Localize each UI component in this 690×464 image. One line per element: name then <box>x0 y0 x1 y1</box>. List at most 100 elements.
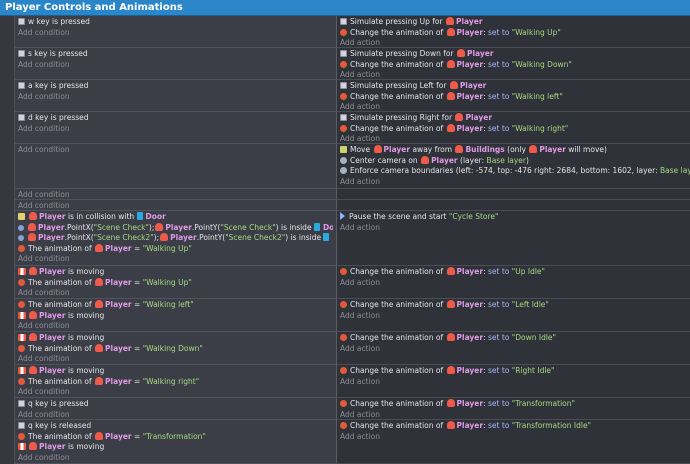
actions-column[interactable] <box>337 200 690 211</box>
action[interactable]: Change the animation of Player: set to "… <box>340 366 687 377</box>
condition[interactable]: Player.PointX("Scene Check2"); Player.Poi… <box>18 233 333 244</box>
conditions-column[interactable]: Add condition <box>15 144 337 189</box>
condition[interactable]: The animation of Player = "Transformatio… <box>18 431 333 443</box>
actions-column[interactable]: Change the animation of Player: set to "… <box>337 420 690 464</box>
event-gutter[interactable] <box>0 200 15 211</box>
add-action-link[interactable]: Add action <box>340 223 687 234</box>
add-condition-link[interactable]: Add condition <box>18 288 333 299</box>
actions-column[interactable]: Pause the scene and start "Cycle Store" A… <box>337 211 690 266</box>
event-gutter[interactable] <box>0 365 15 398</box>
event-row[interactable]: q key is pressed Add condition Change the … <box>0 398 690 420</box>
conditions-column[interactable]: d key is pressed Add condition <box>15 112 337 144</box>
event-gutter[interactable] <box>0 48 15 80</box>
conditions-column[interactable]: w key is pressed Add condition <box>15 16 337 48</box>
conditions-column[interactable]: Player is in collision with Door Player.P… <box>15 211 337 266</box>
add-condition-link[interactable]: Add condition <box>18 124 333 135</box>
event-row[interactable]: w key is pressed Add condition Simulate pr… <box>0 16 690 48</box>
add-action-link[interactable]: Add action <box>340 278 687 289</box>
conditions-column[interactable]: s key is pressed Add condition <box>15 48 337 80</box>
add-action-link[interactable]: Add action <box>340 177 690 188</box>
event-gutter[interactable] <box>0 16 15 48</box>
add-action-link[interactable]: Add action <box>340 377 687 388</box>
add-condition-link[interactable]: Add condition <box>18 28 333 39</box>
event-gutter[interactable] <box>0 299 15 332</box>
add-condition-link[interactable]: Add condition <box>18 453 333 464</box>
condition[interactable]: Player is moving <box>18 366 333 377</box>
condition[interactable]: a key is pressed <box>18 81 333 92</box>
event-gutter[interactable] <box>0 189 15 200</box>
condition[interactable]: d key is pressed <box>18 113 333 124</box>
condition[interactable]: The animation of Player = "Walking Up" <box>18 243 333 255</box>
condition[interactable]: The animation of Player = "Walking right… <box>18 376 333 388</box>
action[interactable]: Simulate pressing Down for Player <box>340 49 687 60</box>
condition[interactable]: Player.PointX("Scene Check"); Player.Poin… <box>18 222 333 234</box>
action[interactable]: Change the animation of Player: set to "… <box>340 399 687 410</box>
event-gutter[interactable] <box>0 420 15 464</box>
event-row[interactable]: Add condition Move Player away from Build… <box>0 144 690 189</box>
action[interactable]: Change the animation of Player: set to "… <box>340 300 687 311</box>
conditions-column[interactable]: Player is moving The animation of Player … <box>15 365 337 398</box>
action[interactable]: Change the animation of Player: set to "… <box>340 59 687 71</box>
group-header[interactable]: Player Controls and Animations <box>0 0 690 16</box>
add-condition-link[interactable]: Add condition <box>18 201 333 212</box>
action[interactable]: Move Player away from Buildings (only Pl… <box>340 145 690 156</box>
action[interactable]: Pause the scene and start "Cycle Store" <box>340 212 687 223</box>
add-action-link[interactable]: Add action <box>340 311 687 322</box>
action[interactable]: Simulate pressing Up for Player <box>340 17 687 28</box>
event-row[interactable]: Player is moving The animation of Player … <box>0 266 690 299</box>
add-condition-link[interactable]: Add condition <box>18 410 333 421</box>
add-condition-link[interactable]: Add condition <box>18 145 333 156</box>
event-row[interactable]: Player is in collision with Door Player.P… <box>0 211 690 266</box>
add-condition-link[interactable]: Add condition <box>18 254 333 265</box>
event-row[interactable]: a key is pressed Add condition Simulate pr… <box>0 80 690 112</box>
add-condition-link[interactable]: Add condition <box>18 60 333 71</box>
event-gutter[interactable] <box>0 112 15 144</box>
event-row[interactable]: s key is pressed Add condition Simulate pr… <box>0 48 690 80</box>
action[interactable]: Change the animation of Player: set to "… <box>340 91 687 103</box>
event-gutter[interactable] <box>0 144 15 189</box>
actions-column[interactable]: Change the animation of Player: set to "… <box>337 398 690 420</box>
add-condition-link[interactable]: Add condition <box>18 387 333 398</box>
actions-column[interactable]: Move Player away from Buildings (only Pl… <box>337 144 690 189</box>
add-action-link[interactable]: Add action <box>340 432 687 443</box>
add-action-link[interactable]: Add action <box>340 410 687 421</box>
event-row[interactable]: Add condition <box>0 189 690 200</box>
event-gutter[interactable] <box>0 398 15 420</box>
event-row[interactable]: q key is released The animation of Player… <box>0 420 690 464</box>
action[interactable]: Change the animation of Player: set to "… <box>340 267 687 278</box>
add-condition-link[interactable]: Add condition <box>18 354 333 365</box>
event-row[interactable]: Add condition <box>0 200 690 211</box>
action[interactable]: Simulate pressing Left for Player <box>340 81 687 92</box>
conditions-column[interactable]: Player is moving The animation of Player … <box>15 332 337 365</box>
conditions-column[interactable]: Add condition <box>15 189 337 200</box>
condition[interactable]: Player is moving <box>18 442 333 453</box>
actions-column[interactable]: Simulate pressing Left for Player Change … <box>337 80 690 112</box>
action[interactable]: Change the animation of Player: set to "… <box>340 333 687 344</box>
event-gutter[interactable] <box>0 266 15 299</box>
actions-column[interactable]: Change the animation of Player: set to "… <box>337 299 690 332</box>
actions-column[interactable]: Change the animation of Player: set to "… <box>337 266 690 299</box>
action[interactable]: Change the animation of Player: set to "… <box>340 27 687 39</box>
actions-column[interactable] <box>337 189 690 200</box>
action[interactable]: Change the animation of Player: set to "… <box>340 421 687 432</box>
condition[interactable]: Player is in collision with Door <box>18 212 333 223</box>
actions-column[interactable]: Simulate pressing Down for Player Change … <box>337 48 690 80</box>
action[interactable]: Center camera on Player (layer: Base lay… <box>340 155 690 167</box>
event-row[interactable]: d key is pressed Add condition Simulate pr… <box>0 112 690 144</box>
actions-column[interactable]: Change the animation of Player: set to "… <box>337 332 690 365</box>
condition[interactable]: The animation of Player = "Walking left" <box>18 300 333 311</box>
add-action-link[interactable]: Add action <box>340 344 687 355</box>
event-row[interactable]: Player is moving The animation of Player … <box>0 332 690 365</box>
condition[interactable]: The animation of Player = "Walking Down" <box>18 343 333 355</box>
conditions-column[interactable]: Player is moving The animation of Player … <box>15 266 337 299</box>
conditions-column[interactable]: Add condition <box>15 200 337 211</box>
conditions-column[interactable]: q key is pressed Add condition <box>15 398 337 420</box>
condition[interactable]: Player is moving <box>18 310 333 322</box>
condition[interactable]: q key is released <box>18 421 333 432</box>
condition[interactable]: The animation of Player = "Walking Up" <box>18 277 333 289</box>
conditions-column[interactable]: The animation of Player = "Walking left"… <box>15 299 337 332</box>
event-row[interactable]: The animation of Player = "Walking left"… <box>0 299 690 332</box>
condition[interactable]: s key is pressed <box>18 49 333 60</box>
event-gutter[interactable] <box>0 80 15 112</box>
add-condition-link[interactable]: Add condition <box>18 321 333 332</box>
